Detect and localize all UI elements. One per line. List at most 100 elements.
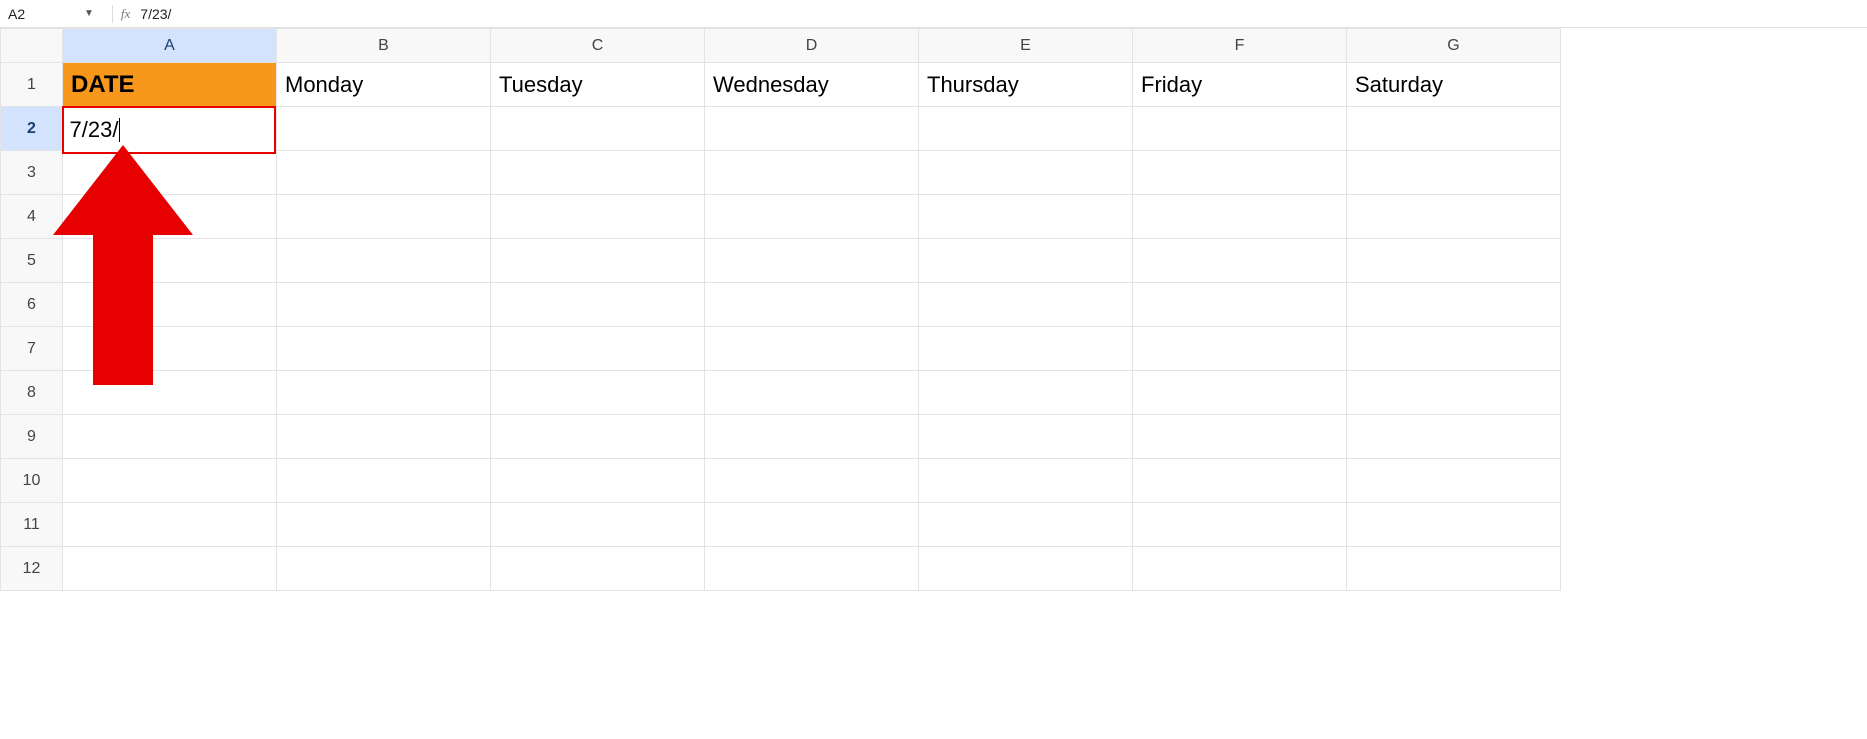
row-header-6[interactable]: 6 <box>1 283 63 327</box>
cell-G7[interactable] <box>1347 327 1561 371</box>
row-header-5[interactable]: 5 <box>1 239 63 283</box>
cell-C7[interactable] <box>491 327 705 371</box>
cell-C3[interactable] <box>491 151 705 195</box>
row-header-9[interactable]: 9 <box>1 415 63 459</box>
cell-D3[interactable] <box>705 151 919 195</box>
cell-A1[interactable]: DATE <box>63 63 277 107</box>
cell-A7[interactable] <box>63 327 277 371</box>
row-header-10[interactable]: 10 <box>1 459 63 503</box>
cell-F2[interactable] <box>1133 107 1347 151</box>
row-header-12[interactable]: 12 <box>1 547 63 591</box>
cell-E5[interactable] <box>919 239 1133 283</box>
cell-B1[interactable]: Monday <box>277 63 491 107</box>
cell-C5[interactable] <box>491 239 705 283</box>
cell-D10[interactable] <box>705 459 919 503</box>
cell-D9[interactable] <box>705 415 919 459</box>
cell-D8[interactable] <box>705 371 919 415</box>
cell-editor[interactable]: 7/23/ <box>62 106 276 154</box>
cell-C9[interactable] <box>491 415 705 459</box>
cell-F6[interactable] <box>1133 283 1347 327</box>
row-header-2[interactable]: 2 <box>1 107 63 151</box>
cell-A5[interactable] <box>63 239 277 283</box>
cell-B3[interactable] <box>277 151 491 195</box>
cell-G10[interactable] <box>1347 459 1561 503</box>
cell-D7[interactable] <box>705 327 919 371</box>
cell-F1[interactable]: Friday <box>1133 63 1347 107</box>
cell-A3[interactable] <box>63 151 277 195</box>
cell-E8[interactable] <box>919 371 1133 415</box>
cell-B7[interactable] <box>277 327 491 371</box>
select-all-corner[interactable] <box>1 29 63 63</box>
cell-D1[interactable]: Wednesday <box>705 63 919 107</box>
cell-B2[interactable] <box>277 107 491 151</box>
col-header-A[interactable]: A <box>63 29 277 63</box>
row-header-8[interactable]: 8 <box>1 371 63 415</box>
cell-F10[interactable] <box>1133 459 1347 503</box>
cell-A8[interactable] <box>63 371 277 415</box>
cell-A12[interactable] <box>63 547 277 591</box>
cell-A9[interactable] <box>63 415 277 459</box>
cell-G3[interactable] <box>1347 151 1561 195</box>
row-header-11[interactable]: 11 <box>1 503 63 547</box>
row-header-4[interactable]: 4 <box>1 195 63 239</box>
cell-E1[interactable]: Thursday <box>919 63 1133 107</box>
col-header-G[interactable]: G <box>1347 29 1561 63</box>
cell-C11[interactable] <box>491 503 705 547</box>
cell-A10[interactable] <box>63 459 277 503</box>
cell-E12[interactable] <box>919 547 1133 591</box>
cell-F5[interactable] <box>1133 239 1347 283</box>
cell-G5[interactable] <box>1347 239 1561 283</box>
cell-D12[interactable] <box>705 547 919 591</box>
cell-E2[interactable] <box>919 107 1133 151</box>
cell-D11[interactable] <box>705 503 919 547</box>
cell-G11[interactable] <box>1347 503 1561 547</box>
col-header-B[interactable]: B <box>277 29 491 63</box>
cell-G4[interactable] <box>1347 195 1561 239</box>
cell-D2[interactable] <box>705 107 919 151</box>
cell-E11[interactable] <box>919 503 1133 547</box>
cell-G12[interactable] <box>1347 547 1561 591</box>
cell-D6[interactable] <box>705 283 919 327</box>
cell-C2[interactable] <box>491 107 705 151</box>
col-header-E[interactable]: E <box>919 29 1133 63</box>
cell-G9[interactable] <box>1347 415 1561 459</box>
col-header-F[interactable]: F <box>1133 29 1347 63</box>
cell-F12[interactable] <box>1133 547 1347 591</box>
cell-C4[interactable] <box>491 195 705 239</box>
cell-A4[interactable] <box>63 195 277 239</box>
formula-bar-input[interactable] <box>138 5 1867 23</box>
col-header-C[interactable]: C <box>491 29 705 63</box>
cell-C6[interactable] <box>491 283 705 327</box>
cell-B11[interactable] <box>277 503 491 547</box>
name-box[interactable]: A2 <box>6 6 84 22</box>
cell-F4[interactable] <box>1133 195 1347 239</box>
cell-D5[interactable] <box>705 239 919 283</box>
cell-C8[interactable] <box>491 371 705 415</box>
cell-D4[interactable] <box>705 195 919 239</box>
cell-G1[interactable]: Saturday <box>1347 63 1561 107</box>
cell-G2[interactable] <box>1347 107 1561 151</box>
cell-E6[interactable] <box>919 283 1133 327</box>
cell-G6[interactable] <box>1347 283 1561 327</box>
cell-E10[interactable] <box>919 459 1133 503</box>
cell-C10[interactable] <box>491 459 705 503</box>
cell-C12[interactable] <box>491 547 705 591</box>
cell-A6[interactable] <box>63 283 277 327</box>
cell-F11[interactable] <box>1133 503 1347 547</box>
cell-F9[interactable] <box>1133 415 1347 459</box>
col-header-D[interactable]: D <box>705 29 919 63</box>
cell-A11[interactable] <box>63 503 277 547</box>
row-header-1[interactable]: 1 <box>1 63 63 107</box>
cell-B6[interactable] <box>277 283 491 327</box>
cell-C1[interactable]: Tuesday <box>491 63 705 107</box>
row-header-3[interactable]: 3 <box>1 151 63 195</box>
cell-E7[interactable] <box>919 327 1133 371</box>
cell-E4[interactable] <box>919 195 1133 239</box>
cell-E9[interactable] <box>919 415 1133 459</box>
cell-E3[interactable] <box>919 151 1133 195</box>
cell-F8[interactable] <box>1133 371 1347 415</box>
cell-B12[interactable] <box>277 547 491 591</box>
cell-B10[interactable] <box>277 459 491 503</box>
cell-F3[interactable] <box>1133 151 1347 195</box>
name-box-dropdown-icon[interactable]: ▼ <box>84 8 104 19</box>
